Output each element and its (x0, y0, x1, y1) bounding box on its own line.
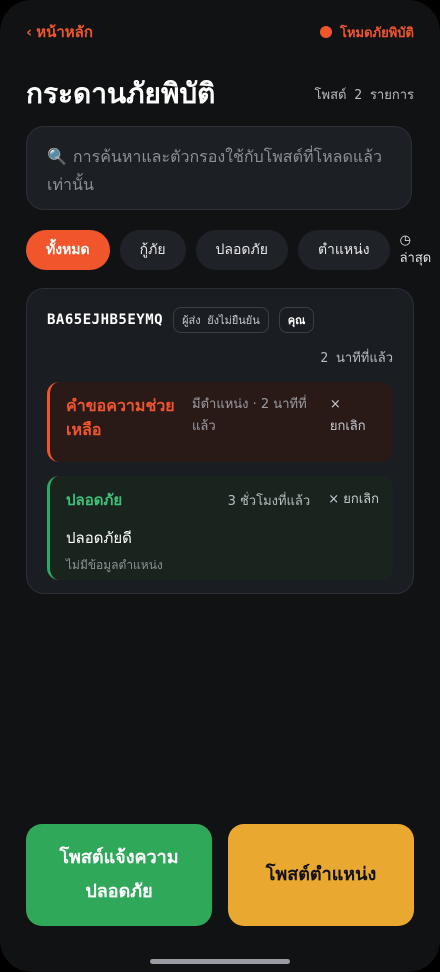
search-input[interactable]: 🔍 การค้นหาและตัวกรองใช้กับโพสต์ที่โหลดแล้… (26, 126, 412, 210)
user-id: BA65EJHB5EYMQ (47, 312, 164, 328)
sender-status-badge: ผู้ส่ง ยังไม่ยืนยัน (173, 307, 269, 333)
post-card: BA65EJHB5EYMQ ผู้ส่ง ยังไม่ยืนยัน คุณ 2 … (26, 288, 414, 594)
sort-latest-button[interactable]: ◷ ล่าสุด (400, 232, 432, 268)
you-badge: คุณ (278, 307, 315, 333)
help-request-meta: มีตำแหน่ง · 2 นาทีที่แล้ว (192, 397, 307, 434)
clock-icon: ◷ (399, 233, 411, 248)
sort-label: ล่าสุด (399, 251, 432, 266)
post-card-header: BA65EJHB5EYMQ ผู้ส่ง ยังไม่ยืนยัน คุณ (47, 307, 393, 333)
safe-status-item: ปลอดภัย 3 ชั่วโมงที่แล้ว × ยกเลิก ปลอดภั… (47, 476, 393, 580)
mode-label: โหมดภัยพิบัติ (339, 25, 414, 41)
filter-rescue[interactable]: กู้ภัย (119, 230, 186, 270)
disaster-mode-indicator[interactable]: โหมดภัยพิบัติ (319, 22, 414, 43)
safe-status-time: 3 ชั่วโมงที่แล้ว (227, 493, 311, 509)
help-request-item: คำขอความช่วยเหลือ มีตำแหน่ง · 2 นาทีที่แ… (47, 382, 393, 462)
status-dot-icon (319, 26, 332, 38)
post-count: โพสต์ 2 รายการ (314, 87, 414, 103)
search-icon: 🔍 (47, 147, 67, 166)
back-button[interactable]: ‹ หน้าหลัก (26, 20, 93, 44)
home-indicator[interactable] (150, 959, 290, 964)
back-label: หน้าหลัก (36, 23, 93, 41)
filter-location[interactable]: ตำแหน่ง (297, 230, 390, 270)
filter-bar: ทั้งหมด กู้ภัย ปลอดภัย ตำแหน่ง ◷ ล่าสุด (26, 230, 431, 270)
phone-screen: ‹ หน้าหลัก โหมดภัยพิบัติ กระดานภัยพิบัติ… (0, 0, 440, 972)
chevron-left-icon: ‹ (26, 23, 33, 41)
safe-status-title: ปลอดภัย (66, 491, 123, 509)
page-header: กระดานภัยพิบัติ โพสต์ 2 รายการ (26, 72, 414, 116)
safe-status-location: ไม่มีข้อมูลตำแหน่ง (66, 558, 163, 572)
post-location-button[interactable]: โพสต์ตำแหน่ง (228, 824, 414, 926)
post-safe-button[interactable]: โพสต์แจ้งความปลอดภัย (26, 824, 212, 926)
post-time: 2 นาทีที่แล้ว (320, 351, 393, 366)
top-bar: ‹ หน้าหลัก โหมดภัยพิบัติ (26, 20, 414, 44)
help-request-title: คำขอความช่วยเหลือ (66, 396, 175, 439)
safe-status-body: ปลอดภัยดี (66, 529, 132, 547)
page-title: กระดานภัยพิบัติ (26, 77, 216, 110)
search-placeholder: การค้นหาและตัวกรองใช้กับโพสต์ที่โหลดแล้ว… (47, 147, 382, 194)
filter-safe[interactable]: ปลอดภัย (195, 230, 288, 270)
safe-cancel-button[interactable]: × ยกเลิก (328, 489, 379, 511)
help-cancel-button[interactable]: × ยกเลิก (330, 394, 379, 438)
filter-all[interactable]: ทั้งหมด (26, 230, 110, 270)
